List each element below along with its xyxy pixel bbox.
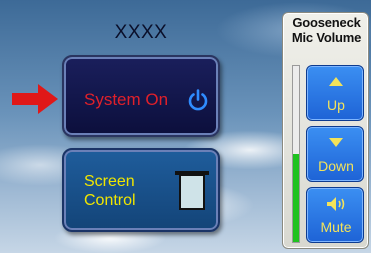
volume-down-button[interactable]: Down <box>306 126 364 182</box>
panel-title: Gooseneck Mic Volume <box>291 15 362 45</box>
triangle-down-icon <box>329 138 343 147</box>
volume-level-fill <box>293 154 299 242</box>
volume-level-meter <box>292 65 300 243</box>
room-title: XXXX <box>114 22 168 43</box>
mute-label: Mute <box>320 219 352 235</box>
triangle-up-icon <box>329 77 343 86</box>
speaker-icon <box>327 197 345 211</box>
mute-button[interactable]: Mute <box>306 187 364 243</box>
system-on-button[interactable]: System On <box>62 55 220 137</box>
volume-up-button[interactable]: Up <box>306 65 364 121</box>
system-on-label: System On <box>84 90 169 109</box>
projector-screen-icon <box>175 171 209 210</box>
screen-control-label: Screen Control <box>84 173 136 209</box>
volume-down-label: Down <box>318 158 354 174</box>
mic-volume-panel: Gooseneck Mic Volume Up Down Mute <box>282 12 369 249</box>
red-arrow-icon <box>12 84 58 114</box>
power-icon <box>188 89 208 111</box>
volume-up-label: Up <box>327 97 345 113</box>
screen-control-button[interactable]: Screen Control <box>62 148 220 232</box>
